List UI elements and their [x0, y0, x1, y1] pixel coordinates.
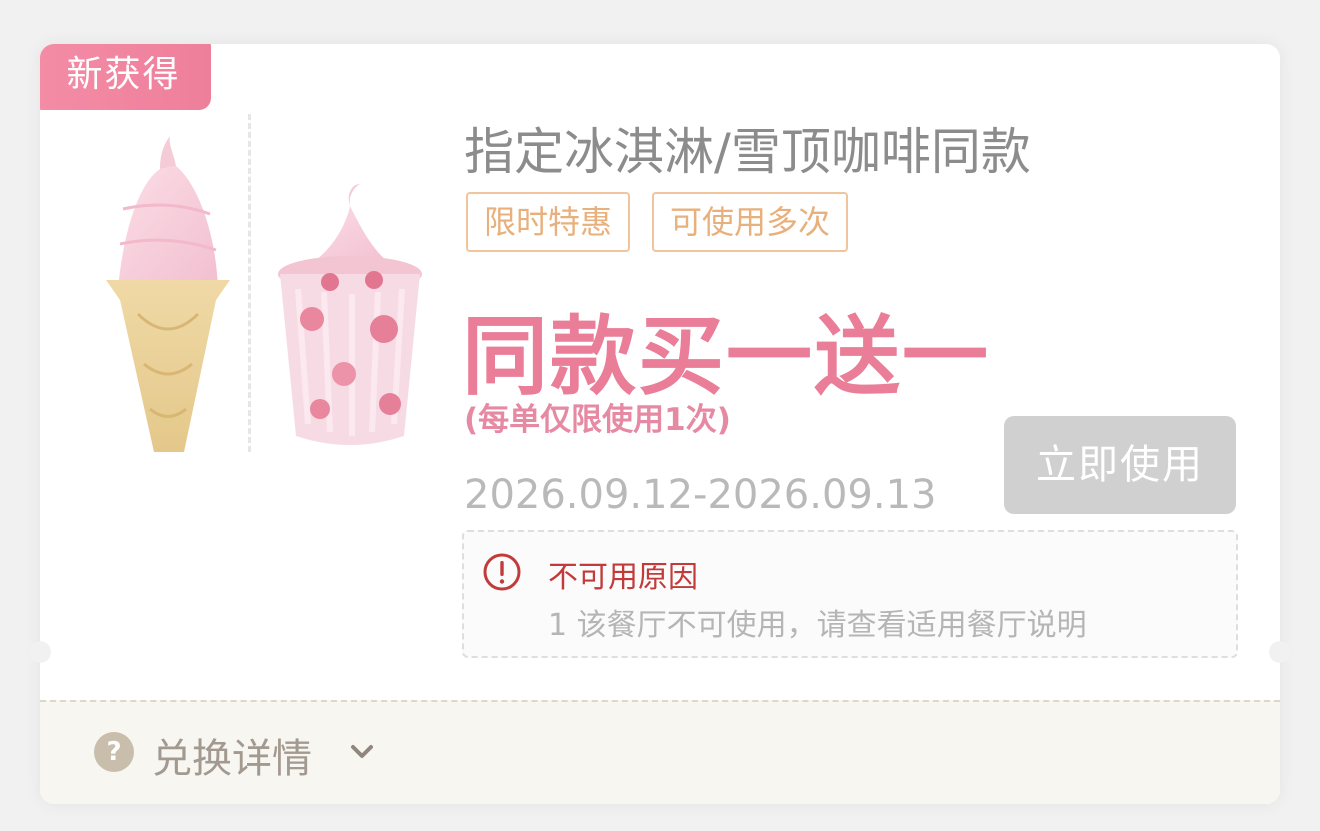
tag-limited-offer: 限时特惠	[466, 192, 631, 252]
image-divider	[248, 114, 251, 452]
offer-text: 同款买一送一	[462, 307, 990, 407]
ticket-notch-right	[1269, 641, 1291, 663]
redeem-details-toggle[interactable]: ? 兑换详情	[40, 700, 1280, 804]
ice-cream-cone-image	[106, 136, 230, 452]
coupon-title: 指定冰淇淋/雪顶咖啡同款	[464, 123, 1031, 181]
unavailable-reason-box: 不可用原因 1 该餐厅不可使用，请查看适用餐厅说明	[462, 530, 1238, 658]
coupon-card[interactable]: 新获得 指定冰淇淋/雪顶咖啡同款 限时特惠 可使用多次 同款买一送一 (每单仅限…	[40, 44, 1280, 804]
validity-date: 2026.09.12-2026.09.13	[464, 472, 937, 518]
chevron-down-icon	[351, 745, 373, 758]
alert-circle-icon	[483, 553, 521, 591]
ticket-notch-left	[29, 641, 51, 663]
redeem-details-label: 兑换详情	[152, 736, 312, 782]
tag-multi-use: 可使用多次	[652, 192, 849, 252]
usage-limit: (每单仅限使用1次)	[464, 402, 731, 438]
use-now-button[interactable]: 立即使用	[1004, 416, 1236, 514]
sundae-cup-image	[278, 184, 422, 445]
product-images	[106, 136, 422, 452]
coupon-tags: 限时特惠 可使用多次	[466, 192, 849, 252]
new-badge: 新获得	[40, 44, 211, 110]
question-circle-icon: ?	[94, 732, 134, 772]
unavailable-reason-title: 不可用原因	[548, 560, 698, 595]
unavailable-reason-detail: 1 该餐厅不可使用，请查看适用餐厅说明	[548, 608, 1087, 643]
